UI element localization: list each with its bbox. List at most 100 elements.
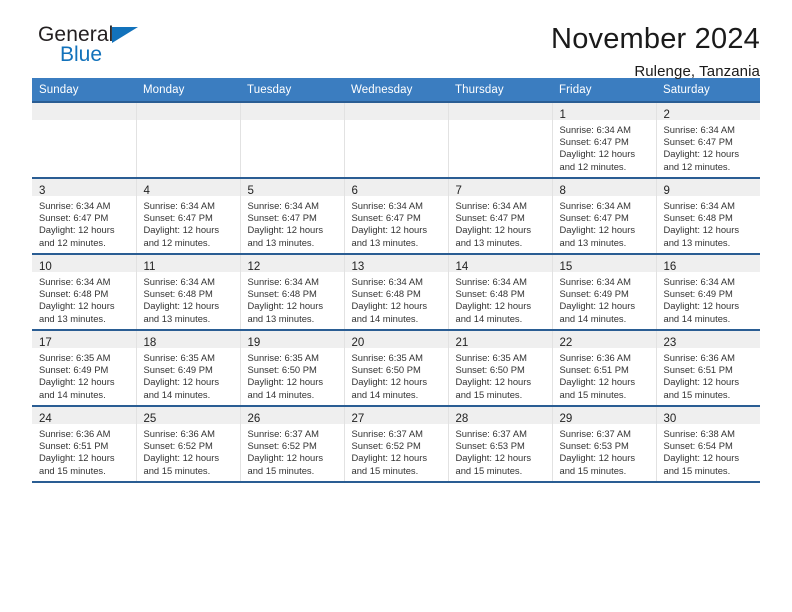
sunset-text: Sunset: 6:47 PM: [247, 212, 317, 224]
day-number-band: 13: [344, 255, 448, 273]
sunset-text: Sunset: 6:52 PM: [247, 440, 317, 452]
general-blue-logo[interactable]: General Blue: [32, 24, 232, 80]
day-cell-content: 27 Sunrise: 6:37 AM Sunset: 6:52 PM Dayligh…: [344, 407, 448, 481]
day-cell[interactable]: 12 Sunrise: 6:34 AM Sunset: 6:48 PM Dayligh…: [240, 253, 345, 330]
sunset-text: Sunset: 6:53 PM: [559, 440, 629, 452]
day-cell[interactable]: 24 Sunrise: 6:36 AM Sunset: 6:51 PM Dayligh…: [32, 405, 137, 483]
sunrise-text: Sunrise: 6:37 AM: [455, 428, 527, 439]
day-number: 29: [559, 413, 573, 425]
day-number-band: 21: [448, 331, 552, 349]
day-cell[interactable]: 20 Sunrise: 6:35 AM Sunset: 6:50 PM Dayligh…: [344, 329, 449, 406]
day-cell[interactable]: 23 Sunrise: 6:36 AM Sunset: 6:51 PM Dayligh…: [656, 329, 760, 406]
day-number-band: [32, 103, 136, 120]
sunrise-text: Sunrise: 6:35 AM: [143, 352, 215, 363]
day-cell[interactable]: 1 Sunrise: 6:34 AM Sunset: 6:47 PM Daylight…: [552, 101, 657, 178]
day-number-band: 5: [240, 179, 344, 197]
day-cell-content: 28 Sunrise: 6:37 AM Sunset: 6:53 PM Dayligh…: [448, 407, 552, 481]
daylight-text-line1: Daylight: 12 hours: [663, 148, 740, 160]
day-number-band: 25: [136, 407, 240, 425]
day-cell[interactable]: 2 Sunrise: 6:34 AM Sunset: 6:47 PM Daylight…: [656, 101, 760, 178]
day-cell[interactable]: 4 Sunrise: 6:34 AM Sunset: 6:47 PM Daylight…: [136, 177, 241, 254]
sunrise-text: Sunrise: 6:34 AM: [247, 200, 319, 211]
day-cell[interactable]: 7 Sunrise: 6:34 AM Sunset: 6:47 PM Daylight…: [448, 177, 553, 254]
day-number: 8: [559, 185, 566, 197]
sunset-text: Sunset: 6:50 PM: [351, 364, 421, 376]
sunrise-text: Sunrise: 6:35 AM: [247, 352, 319, 363]
daylight-text-line2: and 13 minutes.: [39, 312, 106, 324]
day-cell[interactable]: 17 Sunrise: 6:35 AM Sunset: 6:49 PM Dayligh…: [32, 329, 137, 406]
day-cell[interactable]: 9 Sunrise: 6:34 AM Sunset: 6:48 PM Daylight…: [656, 177, 760, 254]
day-number: 7: [455, 185, 462, 197]
weekday-header-row: Sunday Monday Tuesday Wednesday Thursday Frid…: [32, 78, 760, 102]
sunset-text: Sunset: 6:48 PM: [455, 288, 525, 300]
day-number: 22: [559, 337, 573, 349]
day-cell-content: 18 Sunrise: 6:35 AM Sunset: 6:49 PM Dayligh…: [136, 331, 240, 405]
sunset-text: Sunset: 6:49 PM: [663, 288, 733, 300]
day-cell-content: 22 Sunrise: 6:36 AM Sunset: 6:51 PM Dayligh…: [552, 331, 656, 405]
day-cell-content: [344, 103, 448, 177]
daylight-text-line1: Daylight: 12 hours: [455, 376, 532, 388]
day-cell[interactable]: 27 Sunrise: 6:37 AM Sunset: 6:52 PM Dayligh…: [344, 405, 449, 483]
sunset-text: Sunset: 6:49 PM: [143, 364, 213, 376]
calendar-week-row: 17 Sunrise: 6:35 AM Sunset: 6:49 PM Dayligh…: [32, 329, 760, 406]
sunrise-text: Sunrise: 6:36 AM: [39, 428, 111, 439]
daylight-text-line2: and 14 minutes.: [39, 388, 106, 400]
daylight-text-line1: Daylight: 12 hours: [663, 300, 740, 312]
daylight-text-line2: and 13 minutes.: [143, 312, 211, 324]
day-cell[interactable]: 29 Sunrise: 6:37 AM Sunset: 6:53 PM Dayligh…: [552, 405, 657, 483]
sunset-text: Sunset: 6:47 PM: [351, 212, 421, 224]
day-cell[interactable]: 18 Sunrise: 6:35 AM Sunset: 6:49 PM Dayligh…: [136, 329, 241, 406]
day-cell[interactable]: 14 Sunrise: 6:34 AM Sunset: 6:48 PM Dayligh…: [448, 253, 553, 330]
day-cell[interactable]: 16 Sunrise: 6:34 AM Sunset: 6:49 PM Dayligh…: [656, 253, 760, 330]
sunrise-text: Sunrise: 6:37 AM: [247, 428, 319, 439]
day-cell[interactable]: 22 Sunrise: 6:36 AM Sunset: 6:51 PM Dayligh…: [552, 329, 657, 406]
day-cell-content: 19 Sunrise: 6:35 AM Sunset: 6:50 PM Dayligh…: [240, 331, 344, 405]
weekday-header-sunday: Sunday: [32, 78, 136, 102]
day-details: Sunrise: 6:38 AM Sunset: 6:54 PM Daylight:…: [657, 424, 761, 477]
day-cell[interactable]: 10 Sunrise: 6:34 AM Sunset: 6:48 PM Dayligh…: [32, 253, 137, 330]
daylight-text-line2: and 13 minutes.: [663, 236, 731, 248]
logo-text-general: General: [38, 23, 114, 46]
daylight-text-line1: Daylight: 12 hours: [247, 376, 324, 388]
day-number-band: 7: [448, 179, 552, 197]
day-number-band: 2: [656, 103, 760, 121]
day-cell[interactable]: 15 Sunrise: 6:34 AM Sunset: 6:49 PM Dayligh…: [552, 253, 657, 330]
day-details: Sunrise: 6:34 AM Sunset: 6:48 PM Daylight:…: [345, 272, 448, 325]
day-cell[interactable]: 19 Sunrise: 6:35 AM Sunset: 6:50 PM Dayligh…: [240, 329, 345, 406]
day-cell[interactable]: 28 Sunrise: 6:37 AM Sunset: 6:53 PM Dayligh…: [448, 405, 553, 483]
day-cell-empty: [344, 101, 449, 178]
day-number: 17: [39, 337, 52, 349]
day-cell[interactable]: 6 Sunrise: 6:34 AM Sunset: 6:47 PM Daylight…: [344, 177, 449, 254]
day-cell[interactable]: 5 Sunrise: 6:34 AM Sunset: 6:47 PM Daylight…: [240, 177, 345, 254]
day-cell-empty: [136, 101, 241, 178]
day-cell-content: 11 Sunrise: 6:34 AM Sunset: 6:48 PM Dayligh…: [136, 255, 240, 329]
day-cell-content: 26 Sunrise: 6:37 AM Sunset: 6:52 PM Dayligh…: [240, 407, 344, 481]
day-cell[interactable]: 21 Sunrise: 6:35 AM Sunset: 6:50 PM Dayligh…: [448, 329, 553, 406]
day-number: 19: [247, 337, 261, 349]
day-details: Sunrise: 6:34 AM Sunset: 6:49 PM Daylight:…: [553, 272, 656, 325]
day-number-band: 6: [344, 179, 448, 197]
page-header: General Blue November 2024 Rulenge, Tanz…: [32, 0, 760, 81]
day-cell[interactable]: 26 Sunrise: 6:37 AM Sunset: 6:52 PM Dayligh…: [240, 405, 345, 483]
sunset-text: Sunset: 6:54 PM: [663, 440, 733, 452]
daylight-text-line1: Daylight: 12 hours: [39, 224, 115, 236]
day-number-band: 27: [344, 407, 448, 425]
day-details: Sunrise: 6:34 AM Sunset: 6:48 PM Daylight:…: [32, 272, 136, 325]
sunrise-text: Sunrise: 6:34 AM: [663, 200, 735, 211]
calendar-header-row: Sunday Monday Tuesday Wednesday Thursday Frid…: [32, 78, 760, 102]
day-cell[interactable]: 25 Sunrise: 6:36 AM Sunset: 6:52 PM Dayligh…: [136, 405, 241, 483]
day-cell[interactable]: 30 Sunrise: 6:38 AM Sunset: 6:54 PM Dayligh…: [656, 405, 761, 483]
daylight-text-line2: and 15 minutes.: [455, 464, 523, 476]
day-number: 24: [39, 413, 52, 425]
sunrise-text: Sunrise: 6:35 AM: [39, 352, 111, 363]
day-cell[interactable]: 3 Sunrise: 6:34 AM Sunset: 6:47 PM Daylight…: [32, 177, 137, 254]
sunset-text: Sunset: 6:49 PM: [39, 364, 109, 376]
day-cell[interactable]: 11 Sunrise: 6:34 AM Sunset: 6:48 PM Dayligh…: [136, 253, 241, 330]
day-number: 12: [247, 261, 261, 273]
day-number: 30: [663, 413, 677, 425]
sunset-text: Sunset: 6:51 PM: [663, 364, 733, 376]
daylight-text-line2: and 13 minutes.: [559, 236, 627, 248]
day-details: Sunrise: 6:34 AM Sunset: 6:47 PM Daylight:…: [449, 196, 552, 249]
day-cell[interactable]: 8 Sunrise: 6:34 AM Sunset: 6:47 PM Daylight…: [552, 177, 657, 254]
day-cell[interactable]: 13 Sunrise: 6:34 AM Sunset: 6:48 PM Dayligh…: [344, 253, 449, 330]
